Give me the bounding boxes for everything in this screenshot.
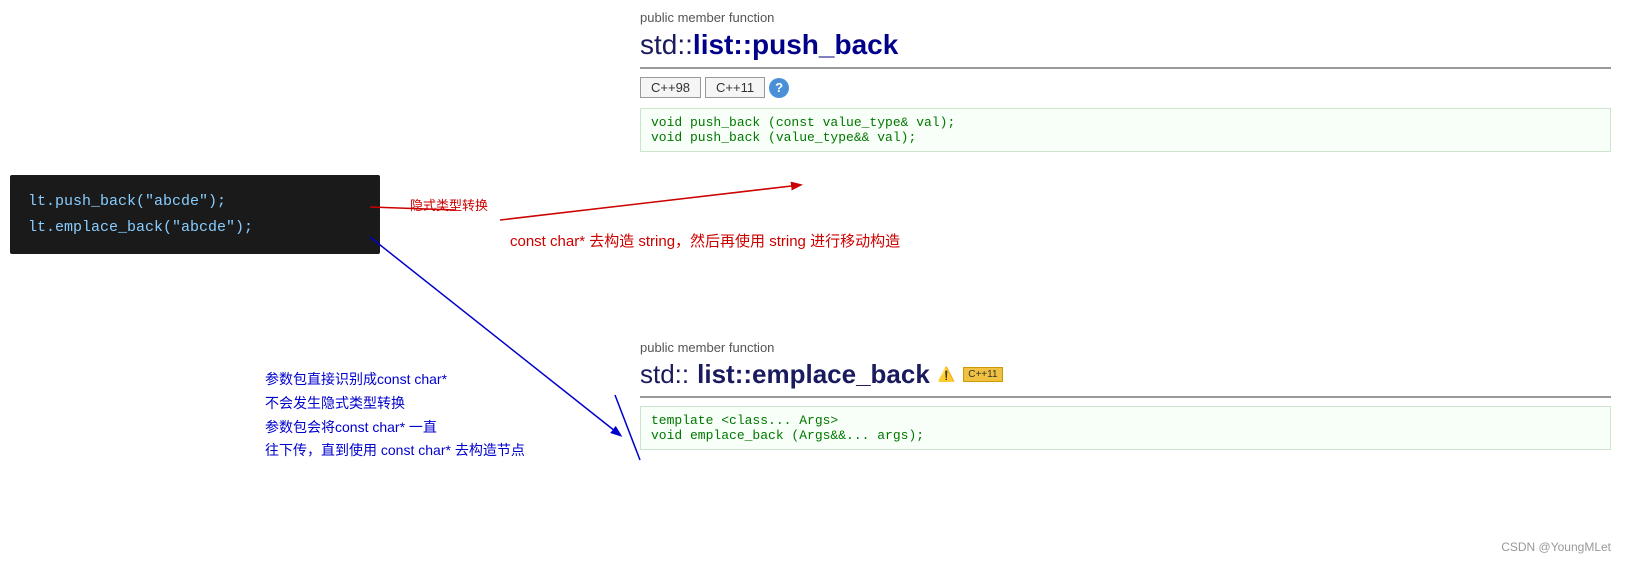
emplace-code-line2: void emplace_back (Args&&... args); bbox=[651, 428, 1600, 443]
annotation-implicit: 隐式类型转换 bbox=[410, 195, 488, 214]
emplace-back-code: template <class... Args> void emplace_ba… bbox=[640, 406, 1611, 450]
blue-line-2: 不会发生隐式类型转换 bbox=[265, 392, 525, 416]
footer: CSDN @YoungMLet bbox=[1501, 540, 1611, 554]
version-tabs: C++98 C++11 ? bbox=[640, 77, 1611, 98]
code-line-1: lt.push_back("abcde"); bbox=[28, 189, 362, 215]
push-back-code-line2: void push_back (value_type&& val); bbox=[651, 130, 1600, 145]
public-member-label-1: public member function bbox=[640, 10, 1611, 25]
code-line-2: lt.emplace_back("abcde"); bbox=[28, 215, 362, 241]
warning-icon: ⚠️ bbox=[938, 366, 955, 383]
func-name-emplace-back: list::emplace_back bbox=[697, 359, 930, 390]
cpp11-badge: C++11 bbox=[963, 367, 1002, 382]
push-back-code-line1: void push_back (const value_type& val); bbox=[651, 115, 1600, 130]
function-title-emplace-back: std::list::emplace_back ⚠️ C++11 bbox=[640, 359, 1611, 398]
annotation-const-char: const char* 去构造 string，然后再使用 string 进行移动… bbox=[510, 230, 900, 251]
blue-line-1: 参数包直接识别成const char* bbox=[265, 368, 525, 392]
func-name-push-back: list::push_back bbox=[693, 29, 898, 60]
doc-panel-push-back: public member function std::list::push_b… bbox=[620, 0, 1631, 170]
function-title-push-back: std::list::push_back bbox=[640, 29, 1611, 69]
tab-cpp11[interactable]: C++11 bbox=[705, 77, 765, 98]
std-prefix-1: std:: bbox=[640, 29, 693, 60]
doc-panel-emplace-back: public member function std::list::emplac… bbox=[620, 330, 1631, 468]
push-back-code: void push_back (const value_type& val); … bbox=[640, 108, 1611, 152]
emplace-code-line1: template <class... Args> bbox=[651, 413, 1600, 428]
tab-cpp98[interactable]: C++98 bbox=[640, 77, 701, 98]
blue-line-3: 参数包会将const char* 一直 bbox=[265, 416, 525, 440]
help-icon[interactable]: ? bbox=[769, 78, 789, 98]
std-prefix-2: std:: bbox=[640, 359, 689, 390]
public-member-label-2: public member function bbox=[640, 340, 1611, 355]
code-panel: lt.push_back("abcde"); lt.emplace_back("… bbox=[10, 175, 380, 254]
page-container: public member function std::list::push_b… bbox=[0, 0, 1631, 562]
blue-line-4: 往下传，直到使用 const char* 去构造节点 bbox=[265, 439, 525, 463]
annotation-blue: 参数包直接识别成const char* 不会发生隐式类型转换 参数包会将cons… bbox=[265, 368, 525, 463]
